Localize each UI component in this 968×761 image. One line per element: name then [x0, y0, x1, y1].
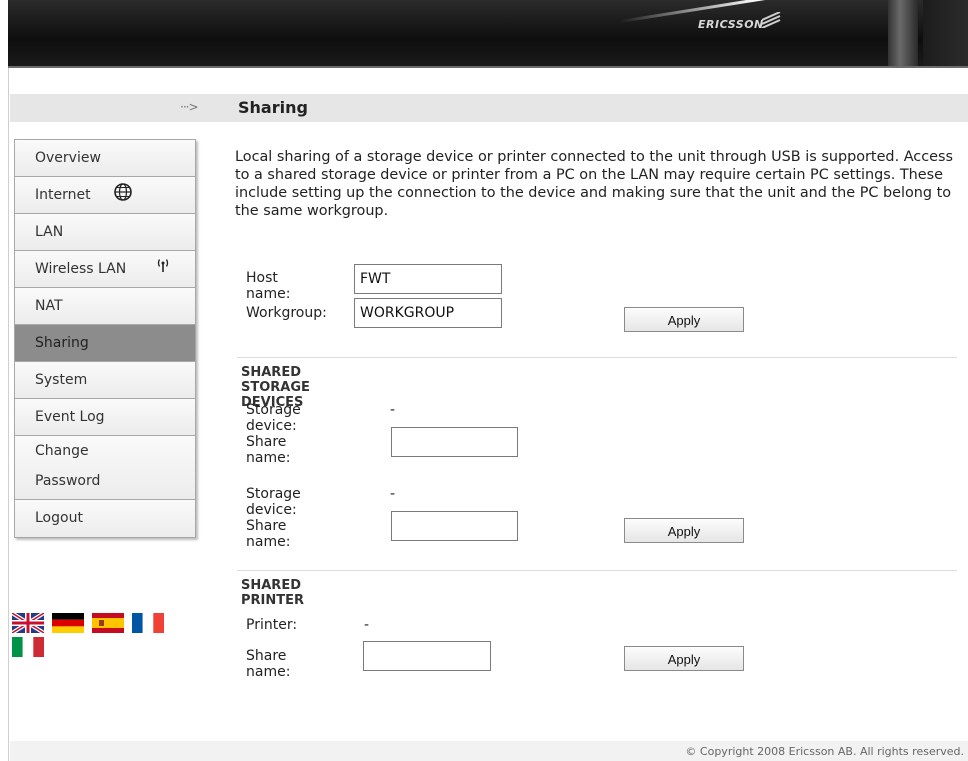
sidebar-item-label: Internet — [35, 187, 91, 203]
uk-flag-icon[interactable] — [12, 613, 44, 633]
apply-printer-button[interactable]: Apply — [624, 646, 744, 671]
printer-section-title: SHARED PRINTER — [241, 578, 305, 608]
storage-device-label: Storage device: — [246, 402, 301, 434]
footer: © Copyright 2008 Ericsson AB. All rights… — [10, 741, 968, 761]
sidebar-item-label: Overview — [35, 150, 101, 166]
workgroup-input[interactable] — [354, 298, 502, 328]
divider — [237, 357, 957, 358]
apply-host-button[interactable]: Apply — [624, 307, 744, 332]
printer-value: - — [364, 617, 370, 633]
sidebar-nav: Overview Internet LAN Wireless LAN NAT S… — [14, 139, 196, 538]
italy-flag-icon[interactable] — [12, 637, 44, 657]
page-title: Sharing — [238, 98, 308, 117]
sidebar-item-label: System — [35, 372, 88, 388]
ericsson-logo-text: ERICSSON — [698, 18, 764, 31]
sidebar-item-system[interactable]: System — [15, 362, 195, 399]
sidebar-item-internet[interactable]: Internet — [15, 177, 195, 214]
sidebar-item-lan[interactable]: LAN — [15, 214, 195, 251]
sidebar-item-nat[interactable]: NAT — [15, 288, 195, 325]
sidebar-item-label: Password — [35, 473, 101, 489]
workgroup-label: Workgroup: — [246, 305, 327, 321]
header-panel — [888, 0, 918, 66]
wireless-icon — [157, 259, 169, 272]
printer-label: Printer: — [246, 617, 298, 633]
sidebar-item-label: Sharing — [35, 335, 89, 351]
sidebar-item-label: NAT — [35, 298, 63, 314]
share-name-input[interactable] — [391, 427, 518, 457]
header-banner: ERICSSON — [8, 0, 968, 68]
divider — [237, 570, 957, 571]
share-name-label: Share name: — [246, 518, 291, 550]
storage-device-label: Storage device: — [246, 486, 301, 518]
sidebar-item-sharing[interactable]: Sharing — [15, 325, 195, 362]
intro-text: Local sharing of a storage device or pri… — [235, 149, 953, 219]
sidebar-item-label: Wireless LAN — [35, 261, 127, 277]
sidebar-item-label: LAN — [35, 224, 64, 240]
title-bar: ···> Sharing — [10, 94, 968, 122]
sidebar-item-logout[interactable]: Logout — [15, 500, 195, 537]
sidebar-item-label: Event Log — [35, 409, 105, 425]
ericsson-logo-icon — [761, 12, 781, 28]
arrow-icon: ···> — [180, 100, 198, 114]
storage-device-value: - — [390, 486, 396, 502]
sidebar-item-label: Logout — [35, 510, 83, 526]
apply-storage-button[interactable]: Apply — [624, 518, 744, 543]
globe-icon — [114, 183, 132, 201]
spain-flag-icon[interactable] — [92, 613, 124, 633]
printer-share-name-label: Share name: — [246, 648, 291, 680]
france-flag-icon[interactable] — [132, 613, 164, 633]
sidebar-item-wireless-lan[interactable]: Wireless LAN — [15, 251, 195, 288]
page-left-border — [8, 0, 9, 761]
header-panel-right — [923, 0, 968, 66]
copyright-text: © Copyright 2008 Ericsson AB. All rights… — [685, 745, 964, 758]
sidebar-item-overview[interactable]: Overview — [15, 140, 195, 177]
share-name-input[interactable] — [391, 511, 518, 541]
host-name-input[interactable] — [354, 264, 502, 294]
storage-device-value: - — [390, 402, 396, 418]
host-name-label: Host name: — [246, 270, 291, 302]
share-name-label: Share name: — [246, 434, 291, 466]
language-flags — [12, 611, 172, 661]
sidebar-item-change-password[interactable]: Change Password — [15, 436, 195, 500]
sidebar-item-label: Change — [35, 443, 89, 459]
printer-share-name-input[interactable] — [363, 641, 491, 671]
germany-flag-icon[interactable] — [52, 613, 84, 633]
sidebar-item-event-log[interactable]: Event Log — [15, 399, 195, 436]
